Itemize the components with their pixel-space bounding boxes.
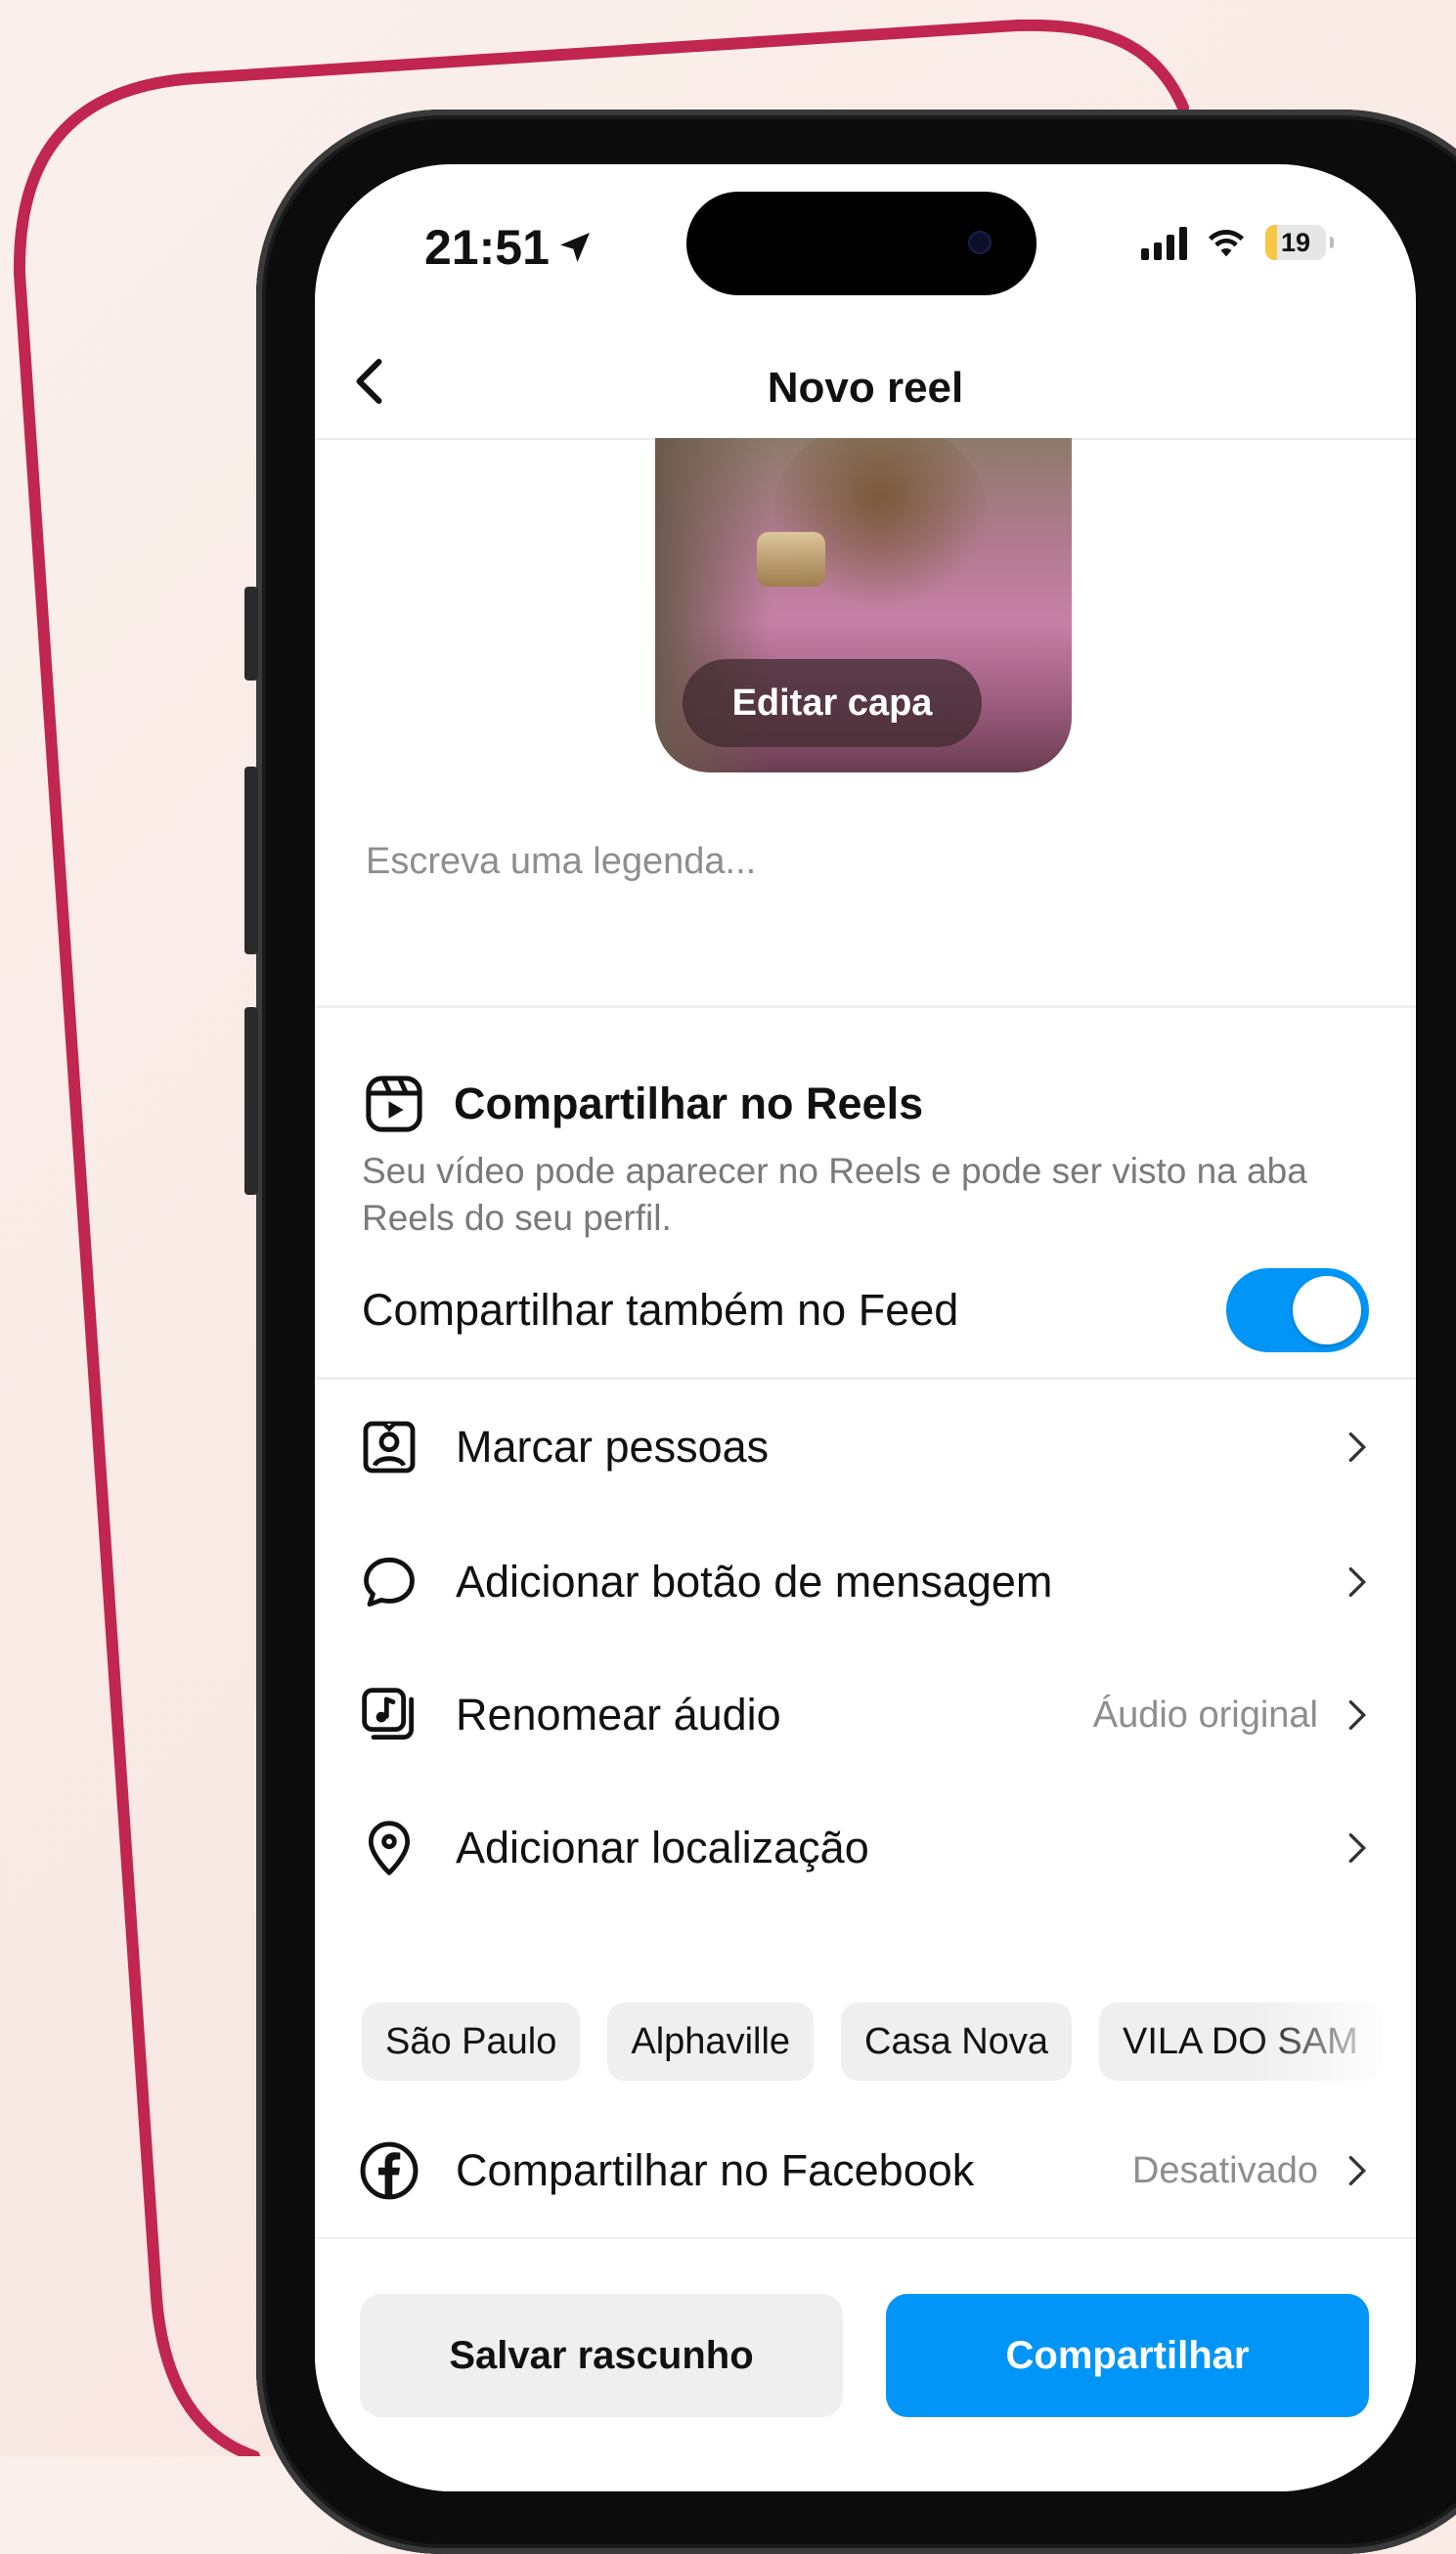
phone-side-button [244, 587, 258, 681]
divider [315, 1005, 1416, 1008]
share-reels-heading: Compartilhar no Reels [362, 1072, 923, 1136]
menu-item-value: Áudio original [1092, 1694, 1318, 1736]
menu-item-label: Marcar pessoas [456, 1422, 770, 1472]
battery-level: 19 [1280, 227, 1311, 257]
menu-item-share-facebook[interactable]: Compartilhar no Facebook Desativado [354, 2116, 1377, 2225]
share-button[interactable]: Compartilhar [886, 2294, 1369, 2417]
phone-side-button [244, 767, 258, 954]
caption-input[interactable]: Escreva uma legenda... [366, 841, 1363, 883]
chevron-right-icon [1348, 1833, 1367, 1863]
menu-item-add-location[interactable]: Adicionar localização [354, 1793, 1377, 1903]
phone-side-button [244, 1007, 258, 1195]
status-time-text: 21:51 [424, 220, 550, 275]
chevron-right-icon [1348, 1432, 1367, 1462]
share-feed-label: Compartilhar também no Feed [362, 1285, 959, 1335]
phone-screen: 21:51 19 Novo reel Editar capa Escreva u… [315, 164, 1416, 2491]
location-chip[interactable]: Casa Nova [841, 2003, 1073, 2081]
camera-dot [968, 231, 992, 254]
edit-cover-button[interactable]: Editar capa [683, 659, 982, 747]
battery-fill [1265, 225, 1278, 260]
share-feed-toggle[interactable] [1226, 1268, 1369, 1352]
chevron-right-icon [1348, 1567, 1367, 1597]
toggle-knob [1293, 1276, 1361, 1344]
cover-hair [772, 438, 988, 614]
location-suggestions: São Paulo Alphaville Casa Nova VILA DO S… [362, 2003, 1382, 2081]
menu-item-label: Adicionar localização [456, 1823, 869, 1872]
reel-cover-thumbnail[interactable]: Editar capa [655, 438, 1072, 772]
menu-item-label: Renomear áudio [456, 1690, 781, 1739]
audio-icon [354, 1680, 424, 1750]
menu-item-rename-audio[interactable]: Renomear áudio Áudio original [354, 1660, 1377, 1770]
header: Novo reel [315, 330, 1416, 440]
menu-item-label: Compartilhar no Facebook [456, 2145, 975, 2195]
chevron-right-icon [1348, 1700, 1367, 1730]
reels-icon [366, 1076, 422, 1132]
message-bubble-icon [354, 1547, 424, 1617]
wifi-icon [1209, 230, 1244, 257]
tag-people-icon [354, 1412, 424, 1482]
chevron-right-icon [1348, 2156, 1367, 2185]
status-indicators: 19 [1141, 225, 1334, 260]
signal-icon [1141, 225, 1187, 260]
menu-item-label: Adicionar botão de mensagem [456, 1557, 1053, 1607]
location-chip[interactable]: Alphaville [607, 2003, 815, 2081]
share-reels-title: Compartilhar no Reels [454, 1079, 924, 1128]
status-time: 21:51 [424, 219, 595, 276]
share-feed-row: Compartilhar também no Feed [362, 1261, 1369, 1359]
bottom-action-bar: Salvar rascunho Compartilhar [315, 2237, 1416, 2491]
save-draft-button[interactable]: Salvar rascunho [360, 2294, 843, 2417]
share-reels-description: Seu vídeo pode aparecer no Reels e pode … [362, 1151, 1307, 1238]
cover-watch [757, 532, 825, 587]
location-chip[interactable]: VILA DO SAM [1099, 2003, 1382, 2081]
location-chip[interactable]: São Paulo [362, 2003, 581, 2081]
menu-item-value: Desativado [1131, 2149, 1318, 2191]
menu-item-message-button[interactable]: Adicionar botão de mensagem [354, 1527, 1377, 1637]
page-title: Novo reel [767, 364, 964, 412]
menu-item-tag-people[interactable]: Marcar pessoas [354, 1392, 1377, 1502]
dynamic-island [686, 192, 1037, 295]
battery-indicator: 19 [1265, 225, 1334, 260]
location-arrow-icon [559, 233, 590, 262]
divider [315, 1377, 1416, 1380]
facebook-icon [354, 2136, 424, 2206]
location-pin-icon [354, 1813, 424, 1883]
